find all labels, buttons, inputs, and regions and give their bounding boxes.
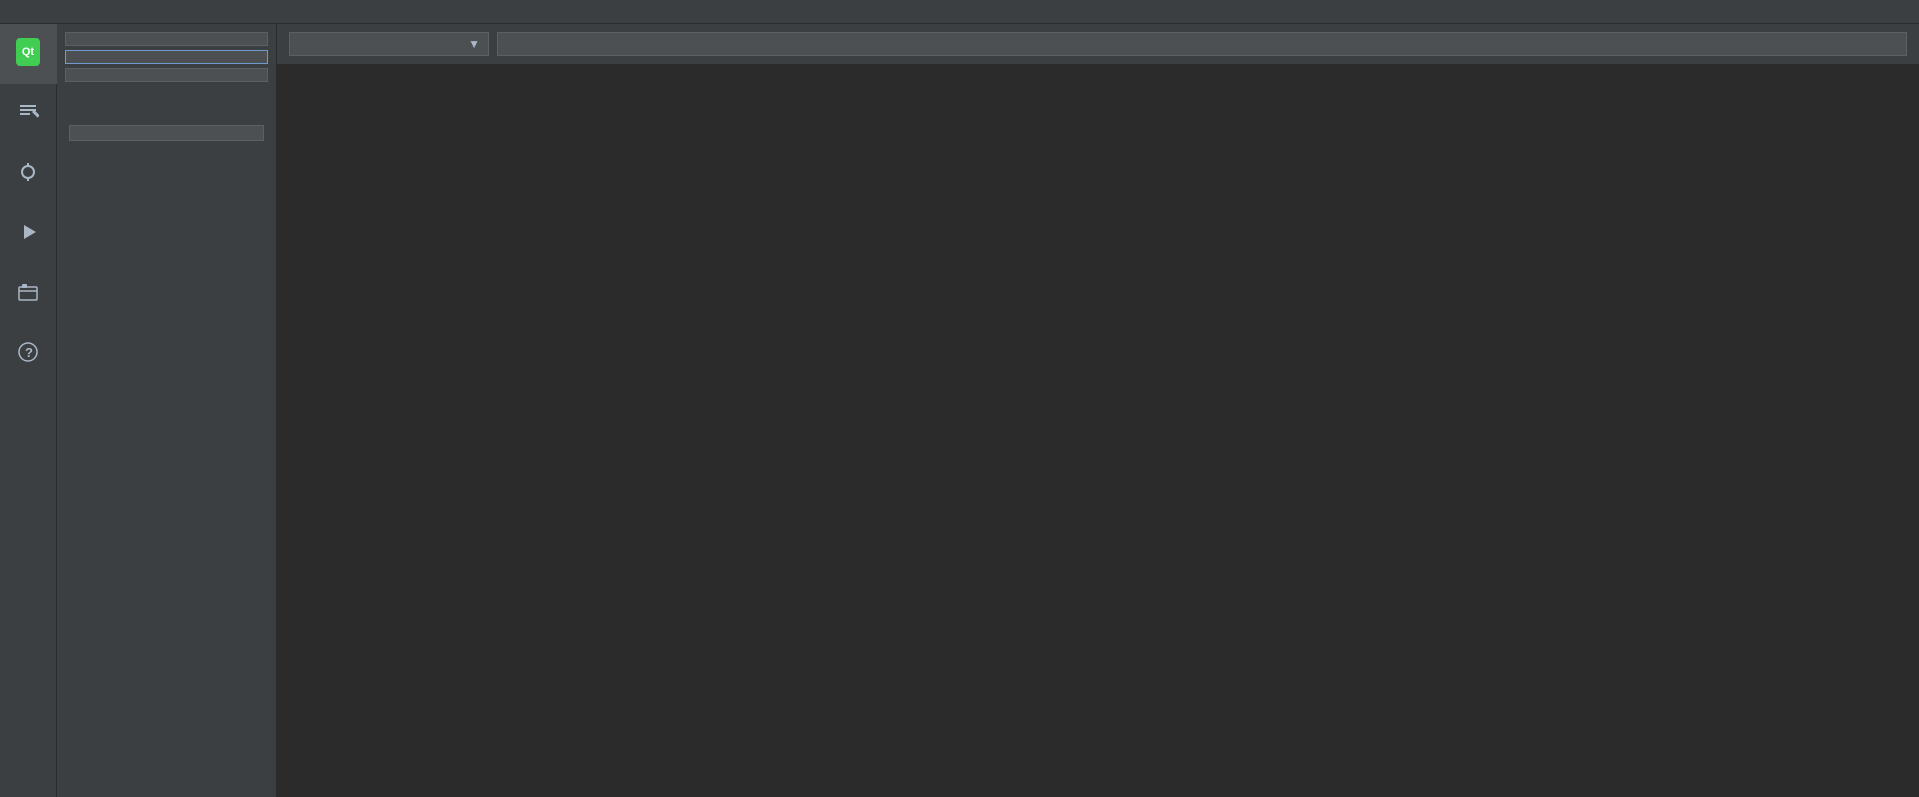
svg-text:?: ? xyxy=(25,345,33,360)
examples-grid xyxy=(277,65,1919,797)
get-started-button[interactable] xyxy=(69,125,264,141)
menu-analyze[interactable] xyxy=(68,0,84,23)
menu-debug[interactable] xyxy=(52,0,68,23)
sidebar: Qt xyxy=(0,24,57,797)
debug-icon xyxy=(16,220,40,244)
menu-tools[interactable] xyxy=(84,0,100,23)
dropdown-arrow-icon: ▼ xyxy=(468,37,480,51)
left-panel xyxy=(57,24,277,797)
examples-button[interactable] xyxy=(65,50,268,64)
projects-button[interactable] xyxy=(65,32,268,46)
content-area: ▼ xyxy=(277,24,1919,797)
menu-help[interactable] xyxy=(116,0,132,23)
sidebar-item-projects[interactable] xyxy=(0,264,57,324)
content-toolbar: ▼ xyxy=(277,24,1919,65)
sidebar-item-help[interactable]: ? xyxy=(0,324,57,384)
sidebar-item-design[interactable] xyxy=(0,144,57,204)
menu-file[interactable] xyxy=(4,0,20,23)
sidebar-item-debug[interactable] xyxy=(0,204,57,264)
menu-bar xyxy=(0,0,1919,24)
help-icon: ? xyxy=(16,340,40,364)
edit-icon xyxy=(16,100,40,124)
sidebar-item-edit[interactable] xyxy=(0,84,57,144)
search-input[interactable] xyxy=(497,32,1907,56)
sidebar-item-welcome[interactable]: Qt xyxy=(0,24,57,84)
menu-edit[interactable] xyxy=(20,0,36,23)
design-icon xyxy=(16,160,40,184)
projects-icon xyxy=(16,280,40,304)
new-to-qt-section xyxy=(65,102,268,149)
kit-selector[interactable]: ▼ xyxy=(289,32,489,56)
tutorials-button[interactable] xyxy=(65,68,268,82)
menu-build[interactable] xyxy=(36,0,52,23)
menu-window[interactable] xyxy=(100,0,116,23)
qt-logo-icon: Qt xyxy=(16,40,40,64)
